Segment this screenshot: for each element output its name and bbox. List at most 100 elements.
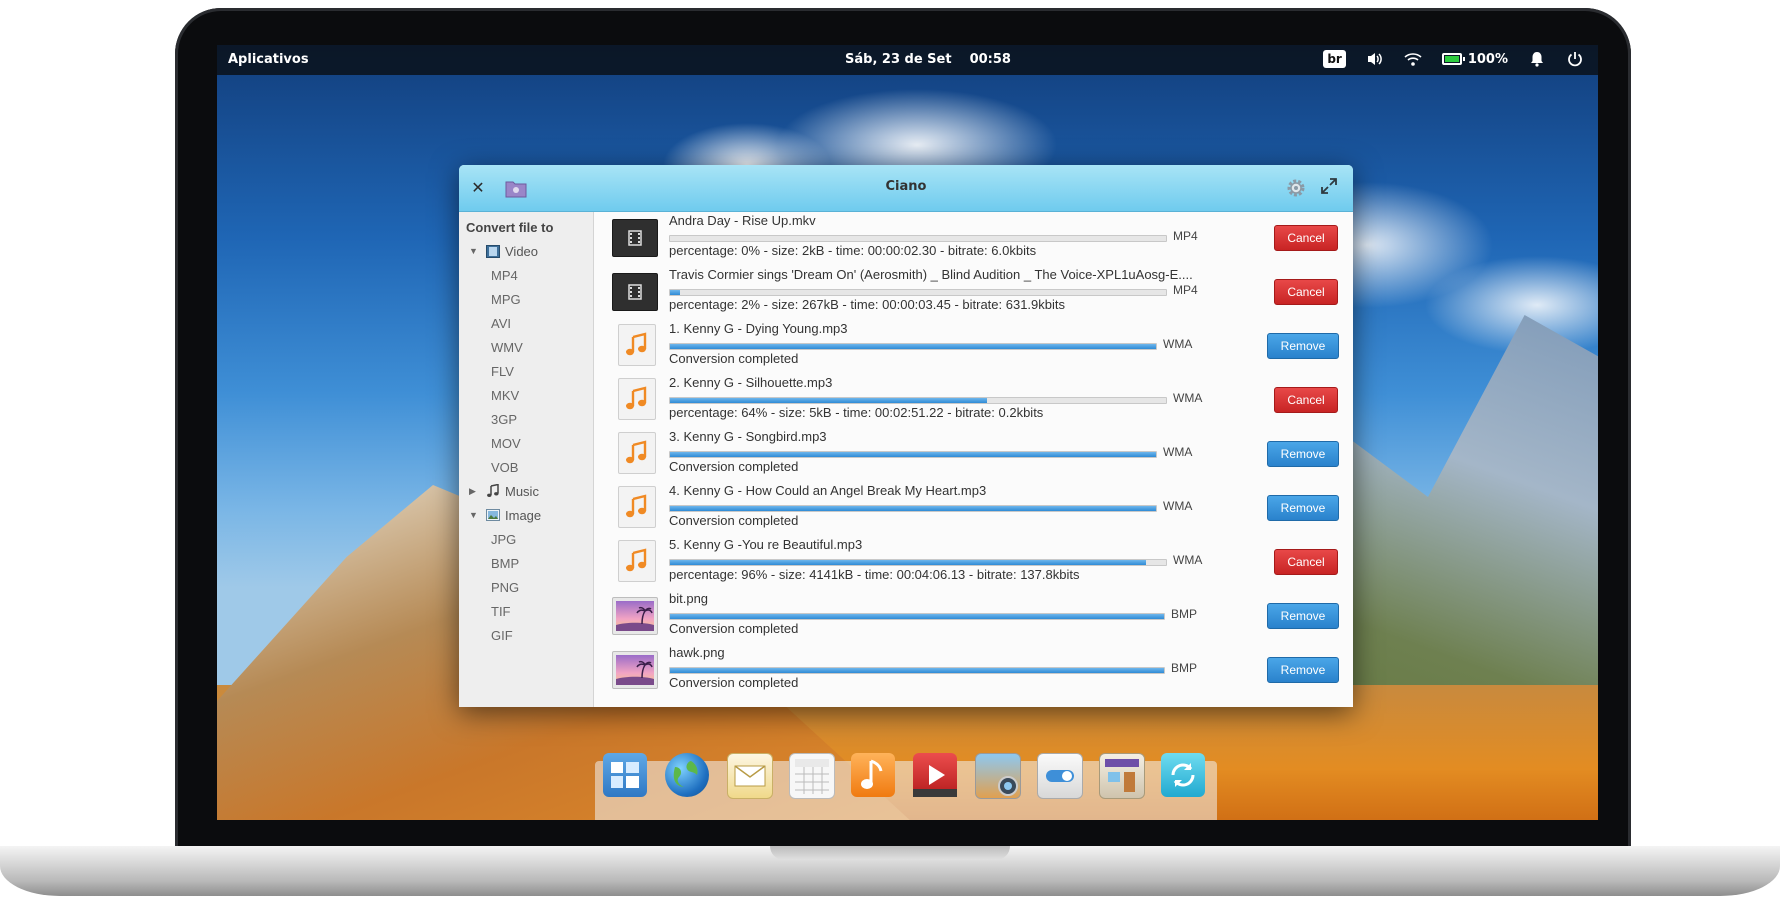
chevron-down-icon[interactable]: ▼ <box>469 510 479 520</box>
panel-time: 00:58 <box>969 52 1011 67</box>
calendar-icon[interactable] <box>789 753 835 799</box>
conversion-status: percentage: 64% - size: 5kB - time: 00:0… <box>669 405 1044 420</box>
volume-icon[interactable] <box>1366 50 1384 68</box>
conversion-item: 2. Kenny G - Silhouette.mp3 percentage: 6… <box>594 372 1353 426</box>
panel-datetime[interactable]: Sáb, 23 de Set 00:58 <box>845 52 1011 67</box>
sidebar-category-music[interactable]: ▶ Music <box>459 480 593 502</box>
wifi-icon[interactable] <box>1404 50 1422 68</box>
panel-date: Sáb, 23 de Set <box>845 52 952 67</box>
file-name: 1. Kenny G - Dying Young.mp3 <box>669 321 848 336</box>
video-file-icon <box>612 219 658 257</box>
battery-icon <box>1441 53 1465 65</box>
progress-fill <box>670 452 1156 457</box>
videos-icon[interactable] <box>913 753 957 797</box>
cancel-button[interactable]: Cancel <box>1274 279 1338 305</box>
target-format: MP4 <box>1173 283 1198 297</box>
desktop-screen: Aplicativos Sáb, 23 de Set 00:58 br 100% <box>217 45 1598 820</box>
power-icon[interactable] <box>1566 50 1584 68</box>
target-format: BMP <box>1171 661 1198 675</box>
progress-bar <box>669 289 1167 296</box>
sidebar-category-video[interactable]: ▼ Video <box>459 240 593 262</box>
progress-fill <box>670 398 988 403</box>
gear-icon[interactable] <box>1285 177 1307 199</box>
dock <box>595 753 1217 820</box>
progress-bar <box>669 451 1157 458</box>
image-file-icon <box>612 651 658 689</box>
remove-button[interactable]: Remove <box>1267 495 1339 521</box>
sidebar-heading: Convert file to <box>466 220 554 235</box>
file-name: 2. Kenny G - Silhouette.mp3 <box>669 375 833 390</box>
sidebar-item-avi[interactable]: AVI <box>459 312 593 334</box>
chevron-right-icon[interactable]: ▶ <box>469 486 479 497</box>
progress-fill <box>670 344 1156 349</box>
sidebar-item-mpg[interactable]: MPG <box>459 288 593 310</box>
sidebar-category-image[interactable]: ▼ Image <box>459 504 593 526</box>
target-format: WMA <box>1173 391 1203 405</box>
sidebar-item-mov[interactable]: MOV <box>459 432 593 454</box>
progress-fill <box>670 614 1164 619</box>
conversion-item: bit.png Conversion completed BMP Remove <box>594 588 1353 642</box>
battery-indicator[interactable]: 100% <box>1441 51 1508 67</box>
music-icon[interactable] <box>851 753 895 797</box>
window-titlebar[interactable]: ✕ Ciano <box>459 165 1353 212</box>
photos-icon[interactable] <box>975 753 1021 799</box>
conversion-item: 5. Kenny G -You re Beautiful.mp3 percenta… <box>594 534 1353 588</box>
sidebar-item-tif[interactable]: TIF <box>459 600 593 622</box>
file-name: 4. Kenny G - How Could an Angel Break My… <box>669 483 987 498</box>
sidebar-item-jpg[interactable]: JPG <box>459 528 593 550</box>
audio-file-icon <box>618 324 656 366</box>
conversion-status: Conversion completed <box>669 621 799 636</box>
sidebar-item-mp4[interactable]: MP4 <box>459 264 593 286</box>
conversion-status: percentage: 2% - size: 267kB - time: 00:… <box>669 297 1065 312</box>
audio-file-icon <box>618 432 656 474</box>
remove-button[interactable]: Remove <box>1267 333 1339 359</box>
sidebar-item-3gp[interactable]: 3GP <box>459 408 593 430</box>
notification-bell-icon[interactable] <box>1528 50 1546 68</box>
keyboard-layout-indicator[interactable]: br <box>1323 50 1346 68</box>
applications-menu[interactable]: Aplicativos <box>228 52 309 67</box>
top-panel: Aplicativos Sáb, 23 de Set 00:58 br 100% <box>217 45 1598 75</box>
remove-button[interactable]: Remove <box>1267 657 1339 683</box>
target-format: WMA <box>1173 553 1203 567</box>
image-icon <box>485 508 501 522</box>
sidebar-item-flv[interactable]: FLV <box>459 360 593 382</box>
conversion-status: percentage: 0% - size: 2kB - time: 00:00… <box>669 243 1037 258</box>
laptop-notch <box>770 846 1010 860</box>
progress-bar <box>669 505 1157 512</box>
target-format: WMA <box>1163 445 1193 459</box>
mail-icon[interactable] <box>727 753 773 799</box>
web-browser-icon[interactable] <box>665 753 709 797</box>
audio-file-icon <box>618 540 656 582</box>
maximize-icon[interactable] <box>1321 178 1339 196</box>
ciano-converter-icon[interactable] <box>1161 753 1205 797</box>
conversion-item: Travis Cormier sings 'Dream On' (Aerosmi… <box>594 264 1353 318</box>
system-tray: br 100% <box>1323 50 1584 68</box>
sidebar-item-bmp[interactable]: BMP <box>459 552 593 574</box>
conversion-status: Conversion completed <box>669 459 799 474</box>
multitasking-view-icon[interactable] <box>603 753 647 797</box>
file-name: bit.png <box>669 591 709 606</box>
sidebar-item-png[interactable]: PNG <box>459 576 593 598</box>
format-sidebar: Convert file to ▼ Video MP4 MPG AVI WMV … <box>459 212 594 707</box>
progress-fill <box>670 506 1156 511</box>
target-format: MP4 <box>1173 229 1198 243</box>
file-name: 5. Kenny G -You re Beautiful.mp3 <box>669 537 863 552</box>
progress-bar <box>669 667 1165 674</box>
remove-button[interactable]: Remove <box>1267 603 1339 629</box>
ciano-window: ✕ Ciano Convert file to ▼ Video MP4 MPG … <box>459 165 1353 707</box>
battery-percentage: 100% <box>1467 51 1508 67</box>
sidebar-item-mkv[interactable]: MKV <box>459 384 593 406</box>
app-center-icon[interactable] <box>1099 753 1145 799</box>
sidebar-item-gif[interactable]: GIF <box>459 624 593 646</box>
sidebar-item-vob[interactable]: VOB <box>459 456 593 478</box>
sidebar-item-wmv[interactable]: WMV <box>459 336 593 358</box>
cancel-button[interactable]: Cancel <box>1274 225 1338 251</box>
cancel-button[interactable]: Cancel <box>1274 387 1338 413</box>
file-name: 3. Kenny G - Songbird.mp3 <box>669 429 827 444</box>
cancel-button[interactable]: Cancel <box>1274 549 1338 575</box>
music-note-icon <box>485 484 501 498</box>
settings-icon[interactable] <box>1037 753 1083 799</box>
chevron-down-icon[interactable]: ▼ <box>469 246 479 256</box>
remove-button[interactable]: Remove <box>1267 441 1339 467</box>
conversion-status: Conversion completed <box>669 351 799 366</box>
